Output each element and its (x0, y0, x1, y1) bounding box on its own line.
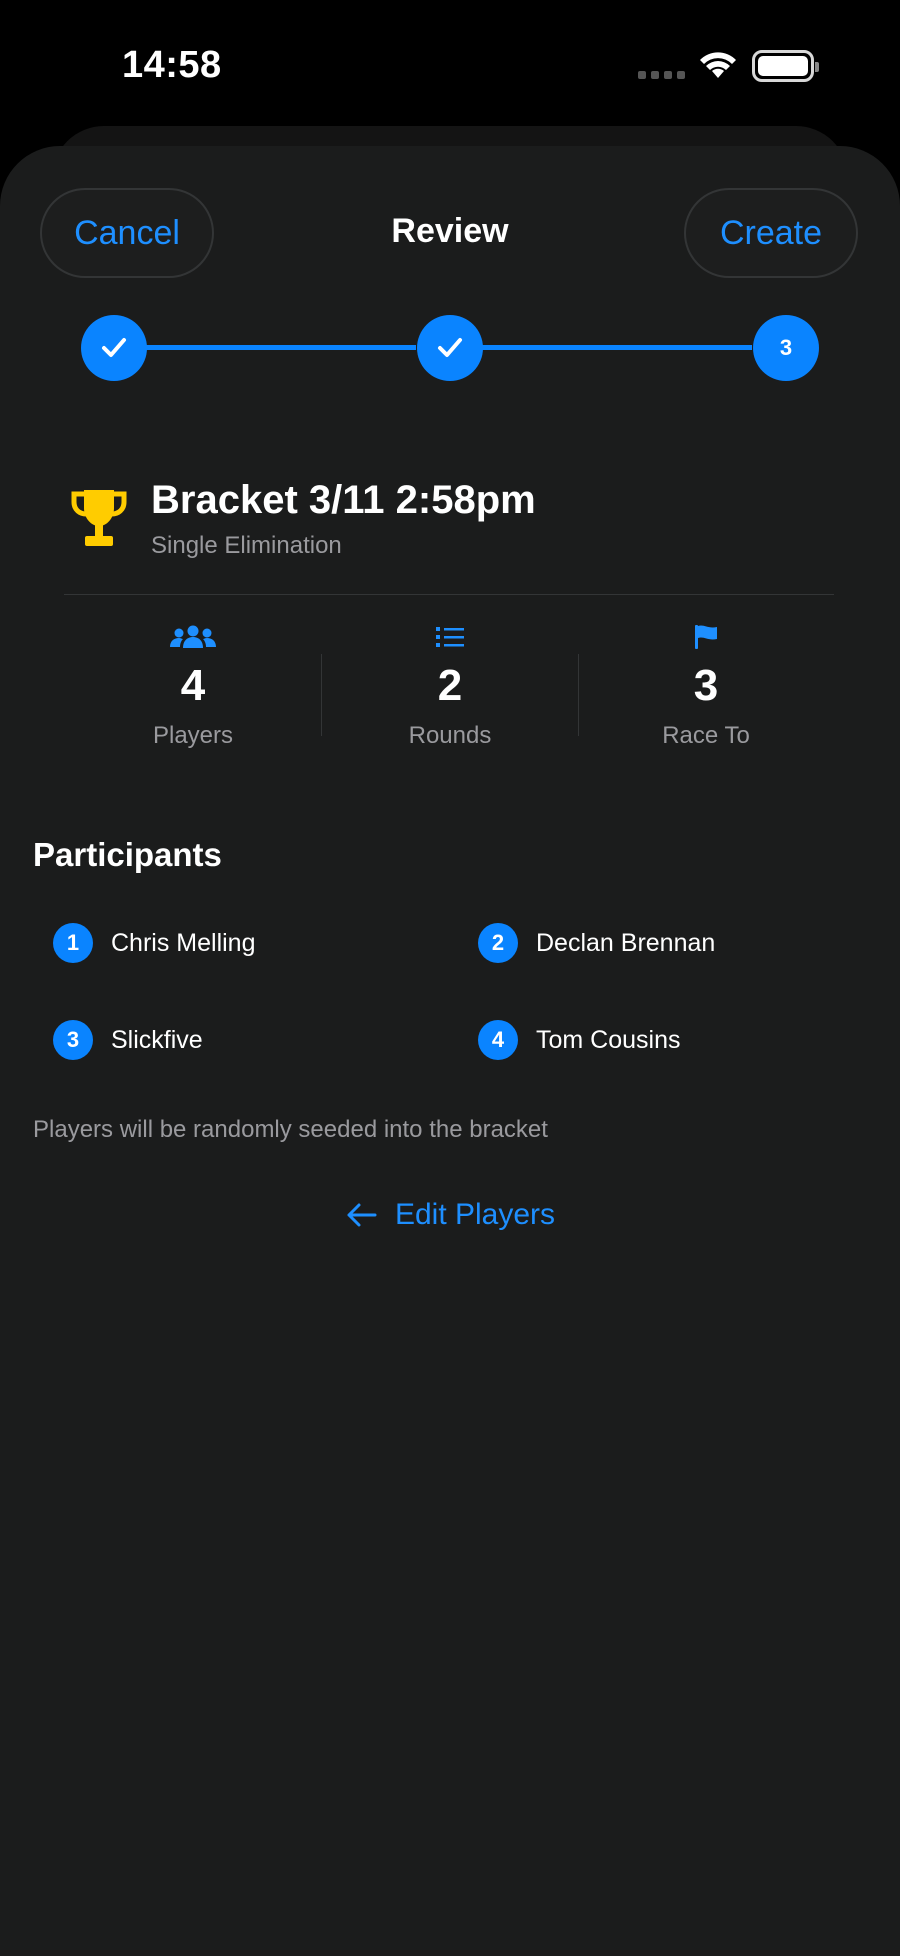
participant-name: Declan Brennan (536, 928, 716, 957)
race-to-label: Race To (662, 722, 750, 749)
stepper-connector (482, 345, 752, 350)
rounds-label: Rounds (408, 722, 492, 749)
arrow-left-icon (345, 1202, 377, 1228)
divider (64, 594, 834, 595)
participant-name: Slickfive (111, 1025, 203, 1054)
step-1-complete (81, 315, 147, 381)
status-bar: 14:58 (0, 0, 900, 130)
stat-divider (321, 654, 322, 736)
step-2-complete (417, 315, 483, 381)
checkmark-icon (438, 338, 462, 357)
edit-players-label: Edit Players (394, 1198, 556, 1231)
wifi-icon (698, 50, 738, 85)
stepper-connector (146, 345, 416, 350)
participant-item: 3 Slickfive (53, 1020, 203, 1060)
edit-players-button[interactable]: Edit Players (0, 1198, 900, 1232)
seed-badge: 2 (478, 923, 518, 963)
seeding-note: Players will be randomly seeded into the… (33, 1116, 548, 1143)
seed-badge: 1 (53, 923, 93, 963)
battery-icon (752, 50, 819, 82)
race-to-value: 3 (693, 661, 719, 710)
players-count: 4 (180, 661, 206, 710)
participant-name: Chris Melling (111, 928, 256, 957)
stat-rounds: 2 Rounds (360, 622, 540, 750)
list-icon (360, 622, 540, 652)
bracket-name: Bracket 3/11 2:58pm (151, 478, 536, 522)
stat-divider (578, 654, 579, 736)
people-icon (103, 622, 283, 652)
participant-item: 2 Declan Brennan (478, 923, 715, 963)
stat-players: 4 Players (103, 622, 283, 750)
seed-badge: 4 (478, 1020, 518, 1060)
rounds-count: 2 (437, 661, 463, 710)
players-label: Players (152, 722, 234, 749)
participant-name: Tom Cousins (536, 1025, 681, 1054)
participant-item: 4 Tom Cousins (478, 1020, 681, 1060)
cellular-signal-icon (638, 71, 685, 79)
participants-heading: Participants (33, 836, 222, 873)
participant-item: 1 Chris Melling (53, 923, 255, 963)
checkmark-icon (102, 338, 126, 357)
step-3-current: 3 (753, 315, 819, 381)
status-time: 14:58 (122, 44, 222, 86)
create-button[interactable]: Create (684, 188, 858, 278)
trophy-icon (70, 486, 128, 555)
bracket-format: Single Elimination (151, 532, 342, 559)
seed-badge: 3 (53, 1020, 93, 1060)
stat-race-to: 3 Race To (616, 622, 796, 750)
flag-icon (616, 622, 796, 652)
